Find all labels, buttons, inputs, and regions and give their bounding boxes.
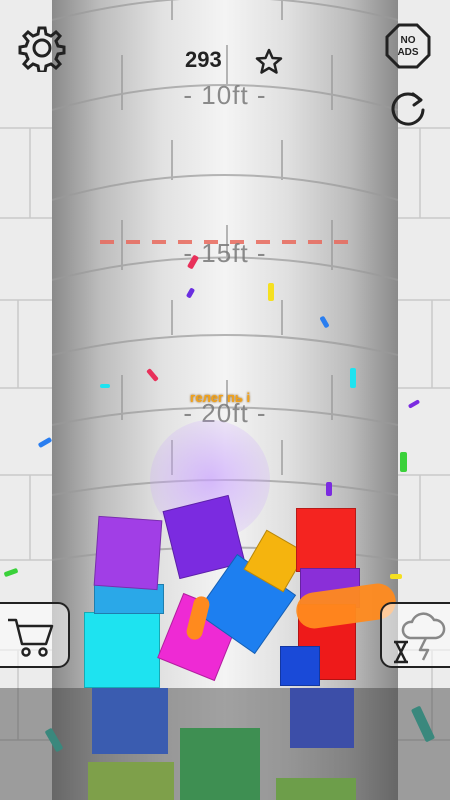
best-score-star [255, 48, 283, 79]
confetti [268, 283, 274, 301]
restart-icon [391, 92, 425, 126]
gear-icon [18, 26, 66, 74]
lower-block-green-left [88, 762, 174, 800]
no-ads-line1: NO [401, 35, 416, 46]
settings-button[interactable] [18, 24, 66, 77]
no-ads-line2: ADS [397, 47, 418, 58]
hourglass-icon [394, 640, 408, 664]
cart-icon [8, 618, 54, 657]
block-purple-left [93, 515, 163, 591]
confetti [400, 452, 407, 472]
block-cyan [84, 612, 160, 688]
confetti [326, 482, 332, 496]
shop-button[interactable] [0, 602, 70, 668]
height-marker-15: - 15ft - [183, 238, 267, 268]
confetti [100, 384, 110, 388]
lower-block-blue [92, 688, 168, 754]
block-blue-low [280, 646, 320, 686]
no-ads-button[interactable]: NO ADS [384, 22, 432, 75]
lower-block-navy [290, 688, 354, 748]
block-red-top [296, 508, 356, 572]
bottom-shade [0, 688, 450, 800]
combo-popup: гелег пь і [190, 390, 251, 405]
no-ads-octagon-icon: NO ADS [385, 23, 431, 69]
star-icon [255, 48, 283, 74]
restart-button[interactable] [386, 86, 430, 135]
confetti [390, 574, 402, 579]
current-height-label: - 10ft - [183, 80, 267, 110]
lower-block-green-mid [180, 728, 260, 800]
game-scene: - 10ft - - 15ft - - 20ft - гелег пь і [0, 0, 450, 800]
weather-button[interactable] [380, 602, 450, 668]
lower-block-green-right [276, 778, 356, 800]
confetti [350, 368, 356, 388]
score-counter: 293 [185, 47, 222, 72]
